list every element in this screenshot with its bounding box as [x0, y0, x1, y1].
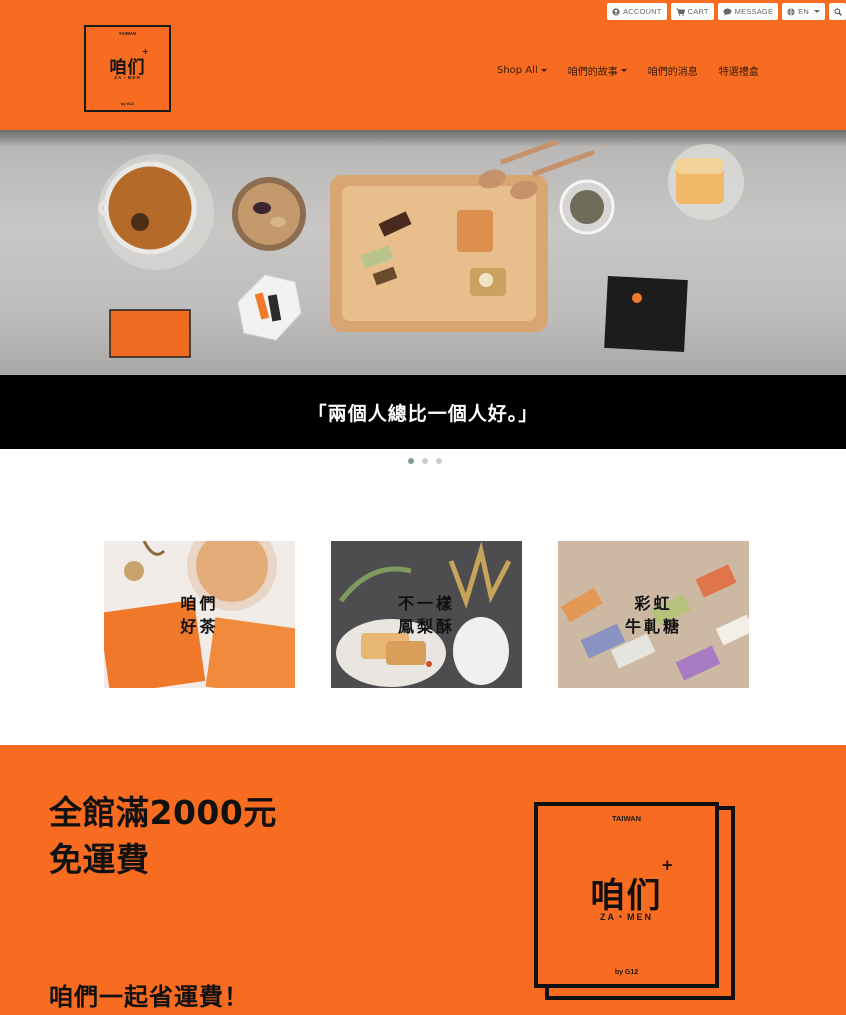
- logo-by-text: by G12: [614, 969, 639, 976]
- logo-zamen-text: ZA・MEN: [600, 912, 653, 922]
- nav-item-gift-boxes[interactable]: 特選禮盒: [719, 63, 759, 78]
- globe-icon: [787, 7, 795, 16]
- logo-taiwan-text: TAIWAN: [118, 31, 137, 36]
- logo-plus-mark: +: [661, 856, 674, 874]
- main-nav: Shop All 咱們的故事 咱們的消息 特選禮盒: [497, 63, 780, 78]
- logo-taiwan-text: TAIWAN: [611, 814, 642, 823]
- user-icon: [612, 7, 620, 16]
- logo-plus-mark: +: [142, 47, 149, 56]
- nav-item-label: 咱們的故事: [567, 67, 618, 78]
- chat-bubble-icon: [723, 8, 732, 16]
- site-logo[interactable]: TAIWAN 咱们 + ZA・MEN by G12: [84, 25, 171, 112]
- category-tile-tea[interactable]: 咱們 好茶: [104, 541, 295, 688]
- slider-dot-2[interactable]: [422, 458, 428, 464]
- promo-logo: TAIWAN 咱们 + ZA・MEN by G12: [534, 802, 719, 988]
- nav-item-our-story[interactable]: 咱們的故事: [568, 63, 627, 78]
- search-button[interactable]: [829, 3, 846, 20]
- promo-subtitle: 咱們一起省運費！: [49, 983, 249, 1011]
- hero-photo: [98, 139, 744, 358]
- hero-caption: 「兩個人總比一個人好。」: [307, 402, 539, 425]
- free-shipping-banner: 全館滿2000元 免運費 咱們一起省運費！ TAIWAN 咱们 + ZA・MEN…: [0, 745, 846, 1015]
- account-label: ACCOUNT: [623, 7, 662, 16]
- logo-by-text: by G12: [120, 101, 135, 106]
- message-button[interactable]: MESSAGE: [717, 3, 779, 20]
- logo-zamen-text: ZA・MEN: [114, 75, 141, 80]
- nav-item-label: 咱們的消息: [647, 67, 698, 78]
- chevron-down-icon: [540, 69, 547, 72]
- account-button[interactable]: ACCOUNT: [607, 3, 667, 20]
- message-label: MESSAGE: [734, 7, 774, 16]
- language-label: EN: [798, 7, 809, 16]
- nav-item-shop-all[interactable]: Shop All: [497, 63, 547, 78]
- cart-label: CART: [687, 7, 709, 16]
- category-label: 不一樣 鳳梨酥: [397, 593, 455, 636]
- hero-caption-bar: 「兩個人總比一個人好。」: [0, 375, 846, 449]
- nav-item-label: Shop All: [497, 65, 538, 76]
- slider-dots: [408, 458, 442, 464]
- cart-button[interactable]: CART: [670, 3, 714, 20]
- search-icon: [833, 7, 842, 16]
- promo-title: 全館滿2000元 免運費: [49, 793, 277, 879]
- category-label: 咱們 好茶: [180, 593, 219, 636]
- chevron-down-icon: [620, 69, 627, 72]
- cart-icon: [676, 7, 685, 16]
- nav-item-news[interactable]: 咱們的消息: [648, 63, 698, 78]
- category-tile-pineapple-cake[interactable]: 不一樣 鳳梨酥: [331, 541, 522, 688]
- slider-dot-1[interactable]: [408, 458, 414, 464]
- top-utility-bar: ACCOUNT CART MESSAGE EN: [607, 3, 846, 20]
- category-label: 彩虹 牛軋糖: [624, 593, 682, 636]
- category-tile-nougat[interactable]: 彩虹 牛軋糖: [558, 541, 749, 688]
- chevron-down-icon: [814, 10, 820, 13]
- site-header: ACCOUNT CART MESSAGE EN TAIWAN 咱们 + ZA・M…: [0, 0, 846, 130]
- hero-slide-image[interactable]: [0, 130, 846, 375]
- slider-dot-3[interactable]: [436, 458, 442, 464]
- language-selector[interactable]: EN: [782, 3, 825, 20]
- nav-item-label: 特選禮盒: [718, 67, 759, 78]
